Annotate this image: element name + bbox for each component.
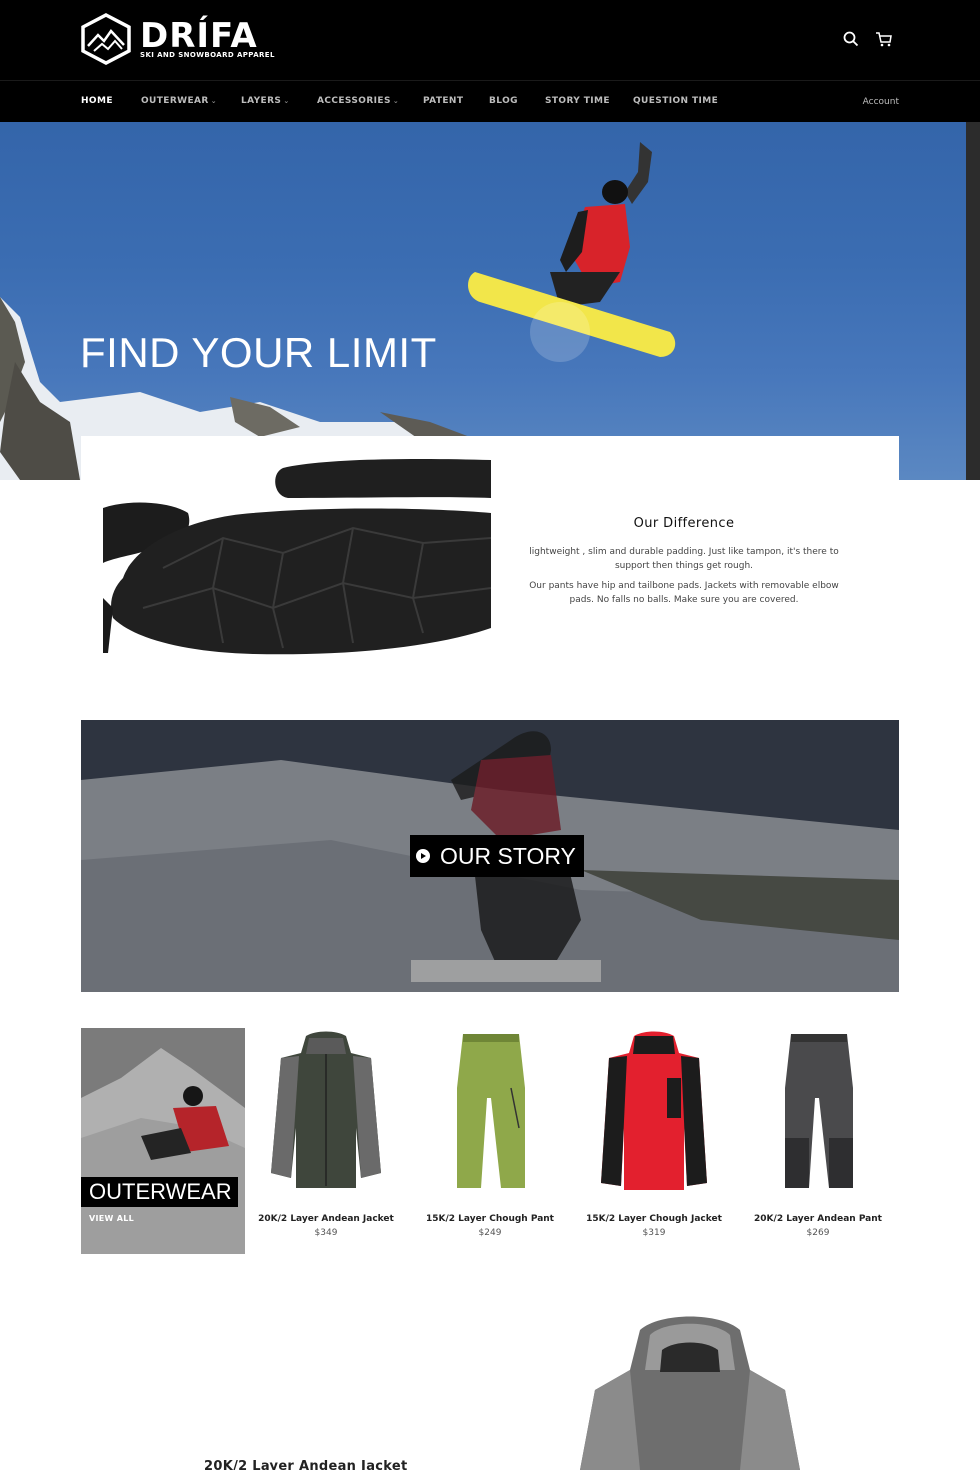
jacket-image [271, 1031, 381, 1188]
mountain-logo-icon [81, 13, 131, 65]
product-name: 20K/2 Layer Andean Jacket [258, 1214, 394, 1224]
nav-item-blog[interactable]: BLOG [489, 96, 518, 106]
product-price: $269 [806, 1228, 830, 1238]
product-price: $349 [314, 1228, 338, 1238]
cart-icon[interactable] [875, 30, 893, 48]
nav-label: HOME [81, 96, 113, 106]
feature-paragraph: lightweight , slim and durable padding. … [529, 547, 839, 571]
our-story-button[interactable]: OUR STORY [410, 835, 584, 877]
feature-paragraph: Our pants have hip and tailbone pads. Ja… [529, 581, 839, 605]
nav-label: ACCESSORIES [317, 96, 391, 106]
product-price: $249 [478, 1228, 502, 1238]
brand-name: DRÍFA [140, 16, 258, 56]
hero-edge [966, 122, 980, 480]
nav-label: LAYERS [241, 96, 282, 106]
collection-card-outerwear[interactable]: OUTERWEAR VIEW ALL [81, 1028, 245, 1254]
jacket-image [601, 1031, 707, 1190]
story-video-banner[interactable]: OUR STORY [81, 720, 899, 992]
main-nav: HOME OUTERWEAR ⌄ LAYERS ⌄ ACCESSORIES ⌄ PAT… [0, 80, 980, 122]
search-icon[interactable] [842, 30, 860, 48]
chevron-down-icon: ⌄ [283, 97, 290, 105]
nav-label: STORY TIME [545, 96, 610, 106]
hero-title: FIND YOUR LIMIT [80, 329, 437, 376]
view-all-link[interactable]: VIEW ALL [89, 1214, 134, 1223]
chevron-down-icon: ⌄ [210, 97, 218, 105]
account-link[interactable]: Account [863, 97, 899, 107]
hero-banner: FIND YOUR LIMIT [0, 122, 980, 480]
product-name: 20K/2 Layer Andean Pant [754, 1214, 882, 1224]
nav-item-layers[interactable]: LAYERS ⌄ [241, 96, 290, 106]
product-card[interactable]: 15K/2 Layer Chough Pant $249 [415, 1028, 565, 1254]
product-price: $319 [642, 1228, 666, 1238]
hero-image [0, 142, 676, 480]
featured-product-image [580, 1316, 800, 1470]
brand-logo[interactable]: DRÍFA SKI AND SNOWBOARD APPAREL [80, 13, 275, 65]
padding-image [103, 458, 491, 655]
product-name: 15K/2 Layer Chough Pant [426, 1214, 554, 1224]
our-story-label: OUR STORY [440, 842, 576, 869]
nav-item-story-time[interactable]: STORY TIME [545, 96, 610, 106]
nav-item-home[interactable]: HOME [81, 96, 113, 106]
play-icon [416, 849, 430, 863]
feature-title: Our Difference [633, 516, 735, 531]
nav-item-question-time[interactable]: QUESTION TIME [633, 96, 718, 106]
pants-image [785, 1034, 853, 1188]
nav-item-patent[interactable]: PATENT [423, 96, 463, 106]
nav-label: PATENT [423, 96, 464, 106]
featured-product-title[interactable]: 20K/2 Layer Andean Jacket [204, 1459, 408, 1470]
brand-tagline: SKI AND SNOWBOARD APPAREL [140, 51, 275, 59]
feature-section: Our Difference lightweight , slim and du… [81, 436, 899, 676]
nav-label: QUESTION TIME [633, 96, 719, 106]
pants-image [457, 1034, 525, 1188]
collection-title: OUTERWEAR [81, 1177, 238, 1207]
nav-item-accessories[interactable]: ACCESSORIES ⌄ [317, 96, 399, 106]
product-card[interactable]: 15K/2 Layer Chough Jacket $319 [579, 1028, 729, 1254]
product-name: 15K/2 Layer Chough Jacket [586, 1214, 722, 1224]
nav-label: OUTERWEAR [141, 96, 209, 106]
site-header: DRÍFA SKI AND SNOWBOARD APPAREL [0, 0, 980, 80]
product-card[interactable]: 20K/2 Layer Andean Jacket $349 [251, 1028, 401, 1254]
nav-item-outerwear[interactable]: OUTERWEAR ⌄ [141, 96, 217, 106]
chevron-down-icon: ⌄ [392, 97, 400, 105]
nav-label: BLOG [489, 96, 518, 106]
product-card[interactable]: 20K/2 Layer Andean Pant $269 [743, 1028, 893, 1254]
